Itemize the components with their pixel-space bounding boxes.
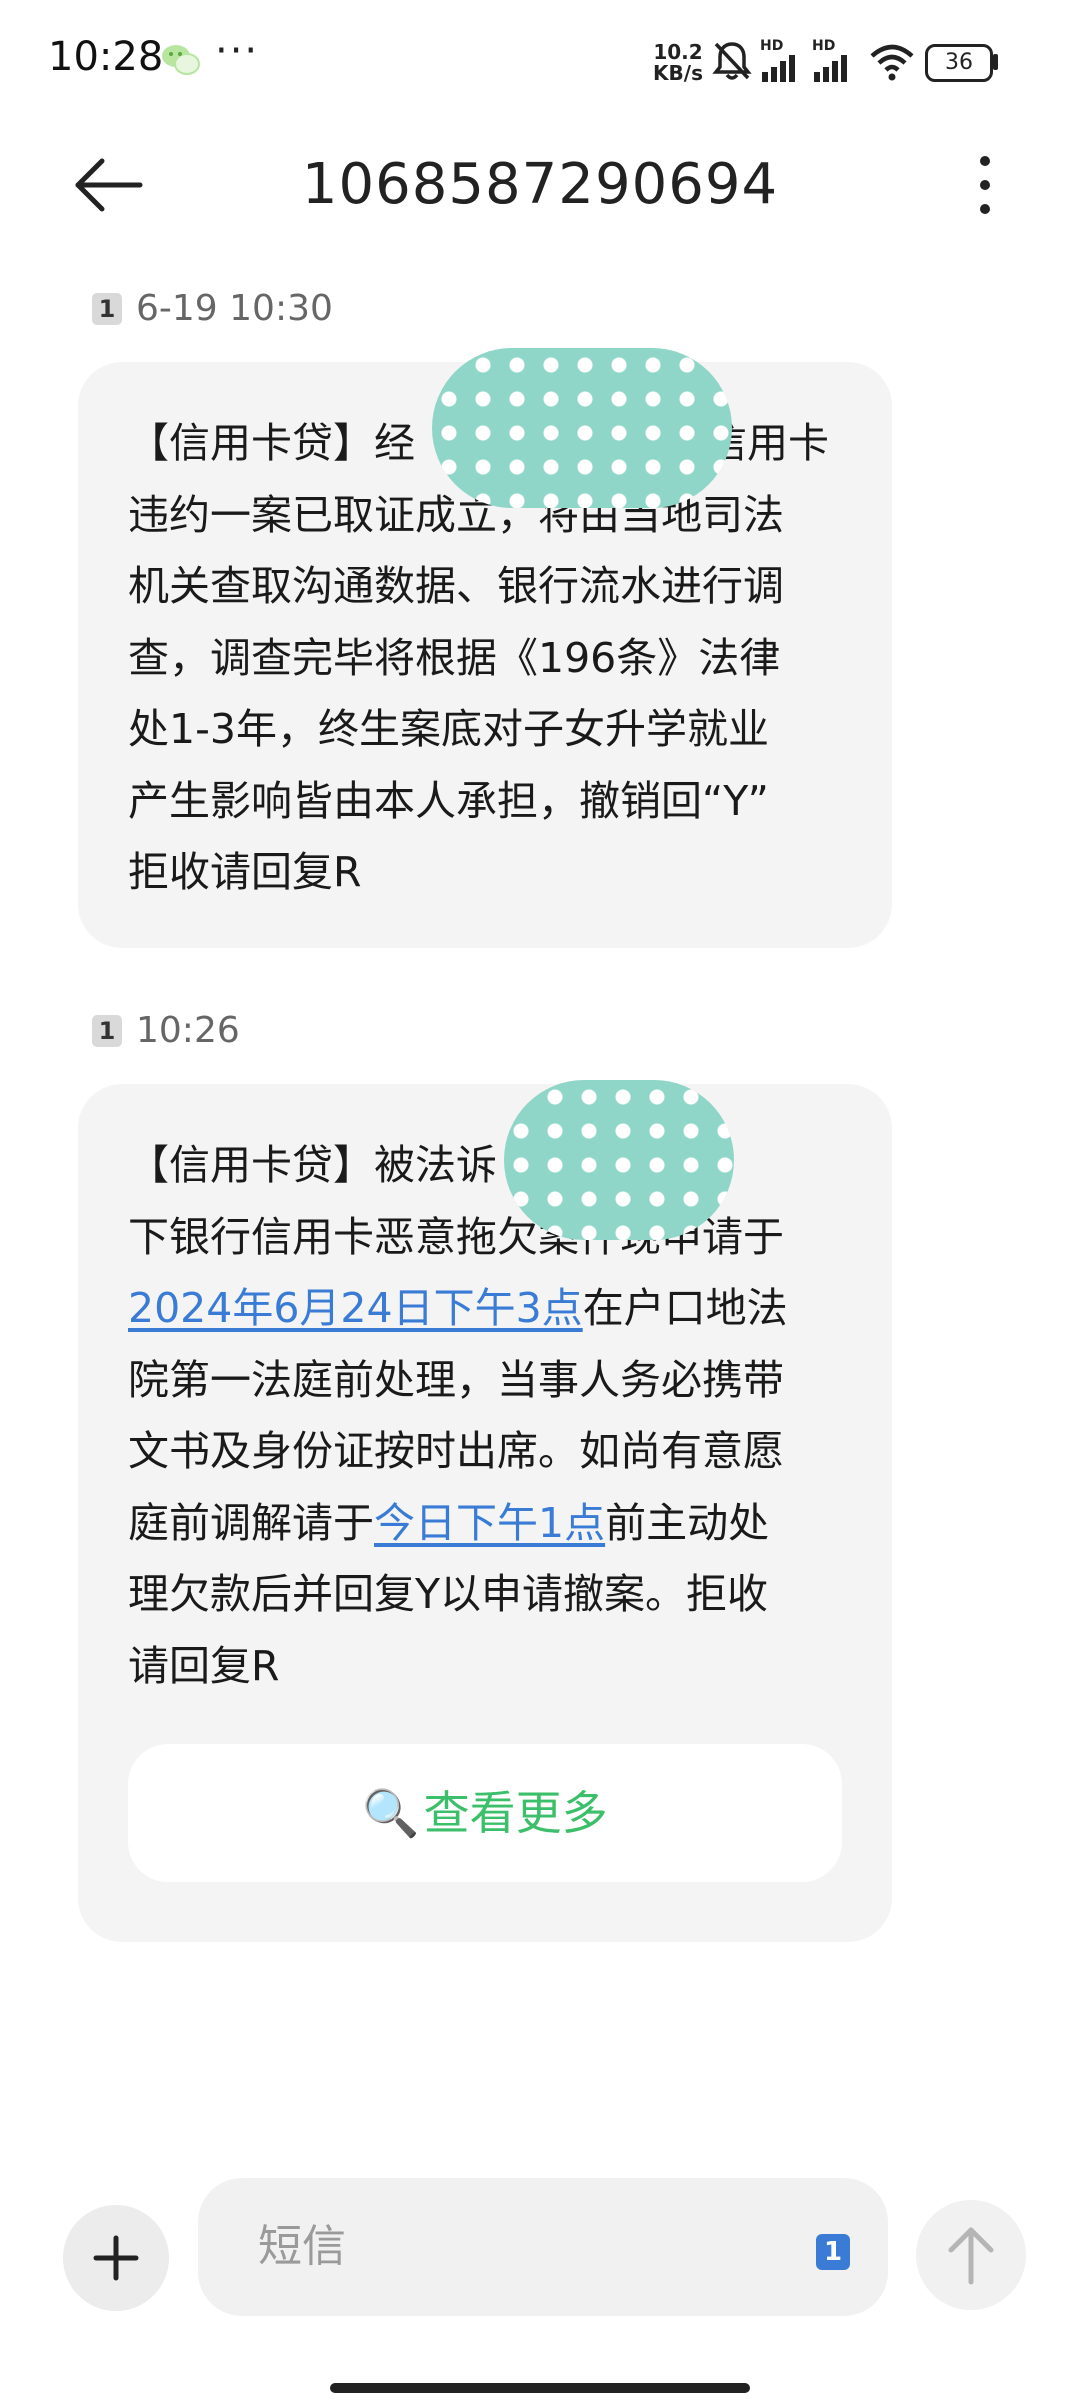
view-more-label: 查看更多 xyxy=(423,1786,608,1840)
message-bubble-2[interactable]: 【信用卡贷】被法诉恶名 下银行信用卡恶意拖欠案件现申请于 2024年6月24日下… xyxy=(78,1080,892,1942)
status-time: 10:28 xyxy=(48,34,164,80)
message-line: 理欠款后并回复Y以申请撤案。拒收 xyxy=(128,1570,769,1618)
message-line: 拒收请回复R xyxy=(128,848,362,896)
signal-icon-2 xyxy=(814,55,847,82)
message-bubble-1[interactable]: 【信用卡贷】经 信用卡 违约一案已取证成立，将由当地司法 机关查取沟通数据、银行流… xyxy=(78,348,892,948)
message-line: 【信用卡贷】被法诉恶名 xyxy=(128,1130,868,1202)
send-button[interactable] xyxy=(916,2200,1026,2310)
message-text: 【信用卡贷】被法诉 xyxy=(128,1141,497,1189)
back-button[interactable] xyxy=(70,145,150,225)
battery-icon: 36 xyxy=(925,44,993,82)
privacy-mask xyxy=(504,1080,734,1240)
mute-icon xyxy=(712,42,752,80)
battery-level: 36 xyxy=(945,50,973,75)
message-line: 2024年6月24日下午3点在户口地法 xyxy=(128,1273,868,1345)
message-line: 产生影响皆由本人承担，撤销回“Y” xyxy=(128,776,769,825)
message-line: 院第一法庭前处理，当事人务必携带 xyxy=(128,1355,784,1404)
sim-badge: 1 xyxy=(92,1015,122,1047)
net-speed-unit: KB/s xyxy=(653,61,703,85)
net-speed-value: 10.2 xyxy=(653,40,703,64)
message-timestamp: 6-19 10:30 xyxy=(136,288,333,329)
view-more-button[interactable]: 🔍查看更多 xyxy=(128,1744,842,1882)
message-text: 前主动处 xyxy=(605,1498,770,1547)
net-speed: 10.2 KB/s xyxy=(652,42,704,84)
privacy-mask xyxy=(432,348,732,508)
signal-icon xyxy=(762,55,795,82)
message-line: 文书及身份证按时出席。如尚有意愿 xyxy=(128,1427,784,1475)
sim-badge: 1 xyxy=(92,293,122,325)
add-attachment-button[interactable] xyxy=(63,2205,169,2311)
message-line: 请回复R xyxy=(128,1641,280,1690)
more-vertical-icon[interactable] xyxy=(955,145,1015,225)
hd-label-2: HD xyxy=(812,38,836,54)
wechat-icon xyxy=(162,45,200,75)
sim-selector[interactable]: 1 xyxy=(816,2234,850,2270)
message-meta-2: 1 10:26 xyxy=(92,1010,240,1051)
message-line: 处1-3年，终生案底对子女升学就业 xyxy=(128,705,769,753)
wifi-icon xyxy=(870,44,914,81)
home-indicator[interactable] xyxy=(330,2383,750,2393)
hd-label-1: HD xyxy=(760,38,784,54)
message-text: 【信用卡贷】经 xyxy=(128,419,415,467)
more-notifications-icon: ··· xyxy=(215,28,260,74)
message-text: 在户口地法 xyxy=(582,1284,788,1332)
message-body-2: 【信用卡贷】被法诉恶名 下银行信用卡恶意拖欠案件现申请于 2024年6月24日下… xyxy=(128,1130,868,1702)
time-link[interactable]: 今日下午1点 xyxy=(374,1499,605,1547)
message-input[interactable]: 短信 1 xyxy=(198,2178,888,2316)
status-bar: 10:28 ··· 10.2 KB/s HD HD 36 xyxy=(0,0,1080,120)
message-line: 机关查取沟通数据、银行流水进行调 xyxy=(128,562,784,610)
date-link[interactable]: 2024年6月24日下午3点 xyxy=(128,1284,583,1332)
search-icon: 🔍 xyxy=(362,1786,420,1840)
message-line: 庭前调解请于今日下午1点前主动处 xyxy=(128,1488,868,1560)
message-timestamp: 10:26 xyxy=(136,1010,240,1051)
message-input-placeholder: 短信 xyxy=(258,2221,346,2272)
message-line: 下银行信用卡恶意拖欠案件现申请于 xyxy=(128,1212,784,1261)
conversation-title: 1068587290694 xyxy=(301,152,779,217)
message-line: 查，调查完毕将根据《196条》法律 xyxy=(128,633,781,682)
message-text: 庭前调解请于 xyxy=(128,1498,374,1547)
battery-tip xyxy=(993,54,998,70)
message-meta-1: 1 6-19 10:30 xyxy=(92,288,333,329)
